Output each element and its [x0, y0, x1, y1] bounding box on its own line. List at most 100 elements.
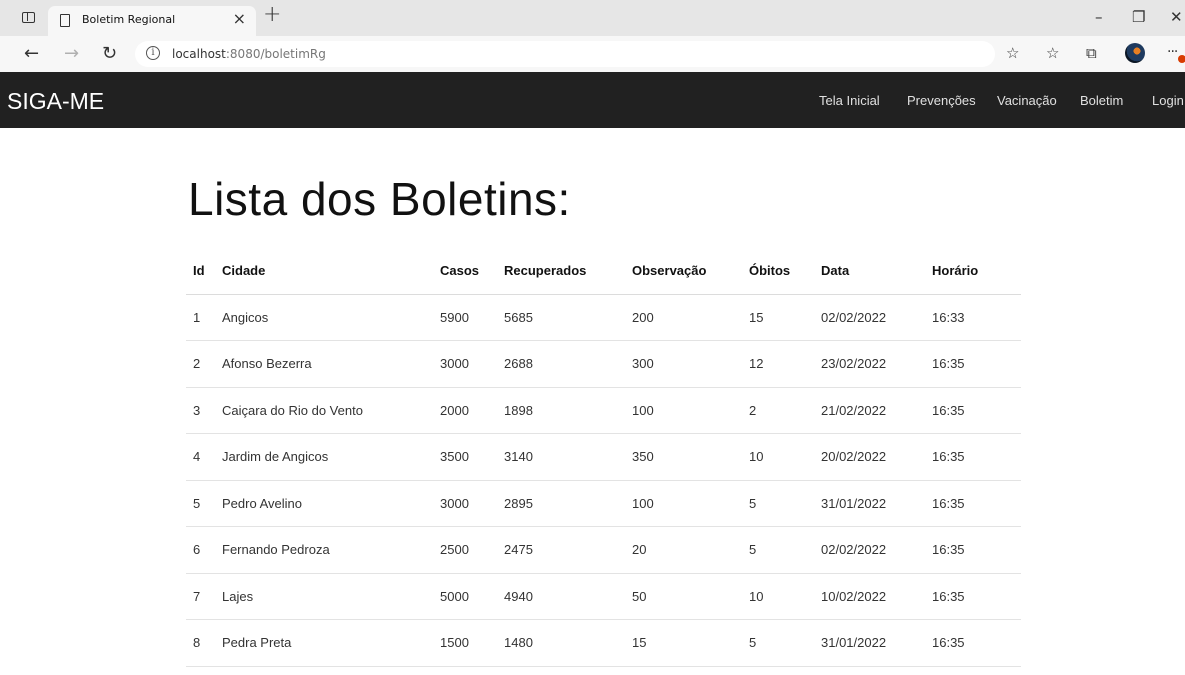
cell-obitos: 12	[742, 340, 814, 388]
cell-cidade: Lajes	[215, 573, 433, 620]
cell-casos: 3500	[433, 433, 497, 481]
tab-close-icon[interactable]: ×	[233, 9, 246, 28]
cell-recuperados: 2895	[497, 480, 625, 527]
header-id: Id	[186, 247, 215, 295]
header-recuperados: Recuperados	[497, 247, 625, 295]
cell-cidade: Fernando Pedroza	[215, 526, 433, 574]
browser-toolbar: ← → ↻ i localhost:8080/boletimRg ☆ ☆ ⧉	[0, 36, 1185, 72]
cell-data: 31/01/2022	[814, 619, 925, 667]
cell-horario: 16:35	[925, 526, 1021, 574]
table-row: 5 Pedro Avelino 3000 2895 100 5 31/01/2022 16:3…	[186, 480, 1021, 527]
favorites-icon[interactable]: ☆	[1046, 44, 1059, 62]
browser-tab[interactable]: Boletim Regional ×	[48, 6, 256, 36]
cell-obitos: 10	[742, 573, 814, 620]
more-icon[interactable]: ···	[1167, 44, 1178, 60]
cell-observacao: 350	[625, 433, 742, 481]
cell-data: 31/01/2022	[814, 480, 925, 527]
cell-data: 10/02/2022	[814, 573, 925, 620]
restore-button[interactable]: ❐	[1132, 8, 1145, 26]
favorite-add-icon[interactable]: ☆	[1006, 44, 1019, 62]
table-row: 3 Caiçara do Rio do Vento 2000 1898 100 2 21/0…	[186, 387, 1021, 434]
cell-obitos: 2	[742, 387, 814, 434]
nav-link-prevencoes[interactable]: Prevenções	[907, 93, 976, 108]
nav-link-vacinacao[interactable]: Vacinação	[997, 93, 1057, 108]
cell-id: 5	[186, 480, 215, 527]
cell-obitos: 5	[742, 526, 814, 574]
header-observacao: Observação	[625, 247, 742, 295]
cell-horario: 16:35	[925, 480, 1021, 527]
cell-observacao: 100	[625, 387, 742, 434]
profile-avatar[interactable]	[1125, 43, 1145, 63]
table-row: 2 Afonso Bezerra 3000 2688 300 12 23/02/2022 16…	[186, 340, 1021, 388]
cell-recuperados: 2475	[497, 526, 625, 574]
cell-horario: 16:35	[925, 387, 1021, 434]
table-body: 1 Angicos 5900 5685 200 15 02/02/2022 16:33 2 Afo…	[186, 294, 1021, 667]
minimize-button[interactable]: –	[1095, 8, 1103, 26]
reload-button[interactable]: ↻	[102, 43, 117, 64]
nav-link-boletim[interactable]: Boletim	[1080, 93, 1123, 108]
table-row: 7 Lajes 5000 4940 50 10 10/02/2022 16:35	[186, 573, 1021, 620]
address-bar[interactable]: i localhost:8080/boletimRg	[135, 41, 995, 67]
cell-data: 23/02/2022	[814, 340, 925, 388]
table-header-row: Id Cidade Casos Recuperados Observação Ó…	[186, 247, 1021, 295]
tab-title: Boletim Regional	[82, 13, 176, 26]
cell-observacao: 20	[625, 526, 742, 574]
cell-cidade: Jardim de Angicos	[215, 433, 433, 481]
url-text[interactable]: localhost:8080/boletimRg	[172, 47, 326, 61]
page-icon	[60, 14, 70, 27]
cell-data: 21/02/2022	[814, 387, 925, 434]
cell-casos: 2500	[433, 526, 497, 574]
cell-obitos: 5	[742, 480, 814, 527]
header-obitos: Óbitos	[742, 247, 814, 295]
table-row: 6 Fernando Pedroza 2500 2475 20 5 02/02/2022 16…	[186, 526, 1021, 574]
cell-id: 7	[186, 573, 215, 620]
nav-link-tela-inicial[interactable]: Tela Inicial	[819, 93, 880, 108]
header-casos: Casos	[433, 247, 497, 295]
cell-data: 20/02/2022	[814, 433, 925, 481]
cell-casos: 3000	[433, 480, 497, 527]
cell-horario: 16:35	[925, 619, 1021, 667]
new-tab-button[interactable]: +	[263, 2, 281, 27]
cell-id: 2	[186, 340, 215, 388]
brand-logo[interactable]: SIGA-ME	[7, 88, 104, 115]
cell-casos: 1500	[433, 619, 497, 667]
cell-casos: 5900	[433, 294, 497, 341]
cell-casos: 3000	[433, 340, 497, 388]
cell-id: 1	[186, 294, 215, 341]
cell-obitos: 5	[742, 619, 814, 667]
cell-recuperados: 5685	[497, 294, 625, 341]
close-window-button[interactable]: ✕	[1170, 8, 1183, 26]
cell-id: 8	[186, 619, 215, 667]
cell-observacao: 50	[625, 573, 742, 620]
cell-obitos: 15	[742, 294, 814, 341]
collections-icon[interactable]: ⧉	[1086, 44, 1097, 62]
cell-cidade: Pedro Avelino	[215, 480, 433, 527]
cell-observacao: 15	[625, 619, 742, 667]
boletins-table: Id Cidade Casos Recuperados Observação Ó…	[186, 247, 1021, 667]
tab-actions-icon[interactable]	[22, 12, 35, 23]
cell-data: 02/02/2022	[814, 526, 925, 574]
cell-observacao: 300	[625, 340, 742, 388]
cell-casos: 2000	[433, 387, 497, 434]
cell-id: 6	[186, 526, 215, 574]
forward-button[interactable]: →	[64, 43, 79, 64]
cell-obitos: 10	[742, 433, 814, 481]
page-title: Lista dos Boletins:	[188, 173, 571, 225]
table-row: 4 Jardim de Angicos 3500 3140 350 10 20/02/202…	[186, 433, 1021, 481]
table-row: 8 Pedra Preta 1500 1480 15 5 31/01/2022 16:35	[186, 619, 1021, 667]
back-button[interactable]: ←	[24, 43, 39, 64]
browser-tab-strip: Boletim Regional × + – ❐ ✕	[0, 0, 1185, 36]
cell-recuperados: 4940	[497, 573, 625, 620]
cell-horario: 16:35	[925, 433, 1021, 481]
header-data: Data	[814, 247, 925, 295]
cell-cidade: Caiçara do Rio do Vento	[215, 387, 433, 434]
table-row: 1 Angicos 5900 5685 200 15 02/02/2022 16:33	[186, 294, 1021, 341]
header-horario: Horário	[925, 247, 1021, 295]
cell-cidade: Afonso Bezerra	[215, 340, 433, 388]
cell-horario: 16:35	[925, 340, 1021, 388]
site-info-icon[interactable]: i	[146, 46, 160, 60]
nav-link-login[interactable]: Login	[1152, 93, 1184, 108]
cell-casos: 5000	[433, 573, 497, 620]
cell-recuperados: 1898	[497, 387, 625, 434]
notification-badge	[1178, 55, 1185, 63]
